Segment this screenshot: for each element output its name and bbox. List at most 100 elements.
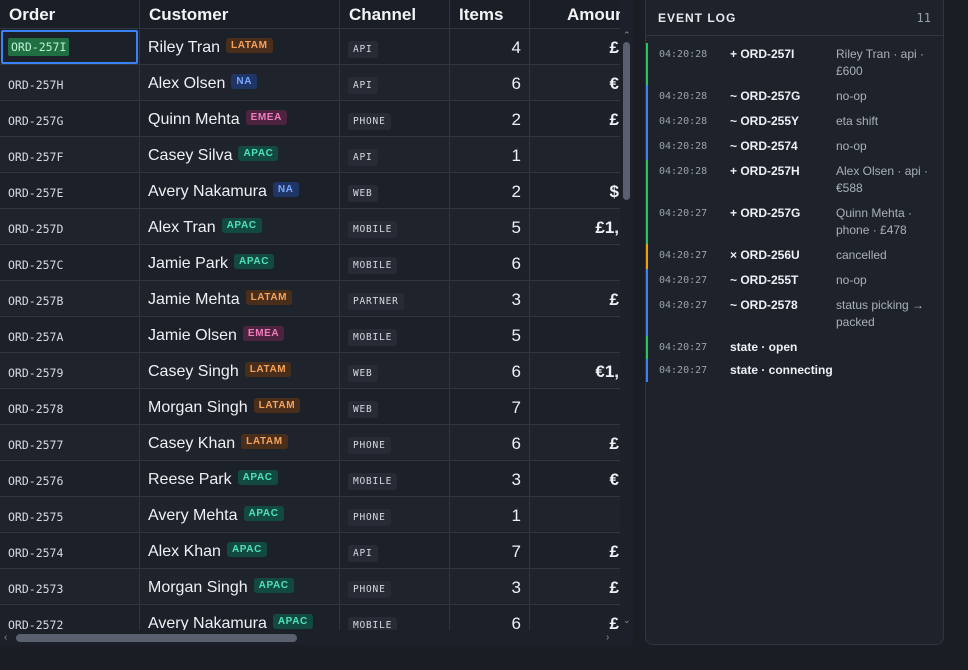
channel-cell[interactable]: MOBILE [340, 605, 450, 630]
channel-cell[interactable]: WEB [340, 389, 450, 424]
items-cell[interactable]: 3 [450, 281, 530, 316]
table-row[interactable]: ORD-2577 Casey Khan LATAM PHONE 6 £ [0, 424, 620, 460]
table-row[interactable]: ORD-2575 Avery Mehta APAC PHONE 1 [0, 496, 620, 532]
vertical-scroll-thumb[interactable] [623, 42, 630, 200]
items-cell[interactable]: 1 [450, 137, 530, 172]
column-header-order[interactable]: Order [0, 0, 140, 28]
order-cell[interactable]: ORD-257E [0, 173, 140, 208]
items-cell[interactable]: 6 [450, 245, 530, 280]
order-cell[interactable]: ORD-2574 [0, 533, 140, 568]
customer-cell[interactable]: Jamie Park APAC [140, 245, 340, 280]
column-header-amount[interactable]: Amoun [530, 0, 620, 28]
customer-cell[interactable]: Avery Nakamura APAC [140, 605, 340, 630]
amount-cell[interactable] [530, 389, 620, 424]
channel-cell[interactable]: PHONE [340, 425, 450, 460]
chevron-up-icon[interactable]: ⌃ [623, 31, 631, 40]
channel-cell[interactable]: MOBILE [340, 245, 450, 280]
channel-cell[interactable]: MOBILE [340, 461, 450, 496]
items-cell[interactable]: 1 [450, 497, 530, 532]
channel-cell[interactable]: MOBILE [340, 209, 450, 244]
customer-cell[interactable]: Avery Mehta APAC [140, 497, 340, 532]
table-row[interactable]: ORD-2579 Casey Singh LATAM WEB 6 €1, [0, 352, 620, 388]
customer-cell[interactable]: Jamie Mehta LATAM [140, 281, 340, 316]
table-row[interactable]: ORD-257I Riley Tran LATAM API 4 £ [0, 28, 620, 64]
chevron-left-icon[interactable]: ‹ [4, 632, 7, 643]
column-header-items[interactable]: Items [450, 0, 530, 28]
amount-cell[interactable] [530, 497, 620, 532]
amount-cell[interactable]: £ [530, 101, 620, 136]
channel-cell[interactable]: PARTNER [340, 281, 450, 316]
chevron-down-icon[interactable]: ⌄ [623, 616, 631, 625]
order-cell[interactable]: ORD-2576 [0, 461, 140, 496]
channel-cell[interactable]: API [340, 137, 450, 172]
amount-cell[interactable] [530, 245, 620, 280]
order-cell[interactable]: ORD-2577 [0, 425, 140, 460]
table-row[interactable]: ORD-2574 Alex Khan APAC API 7 £ [0, 532, 620, 568]
table-row[interactable]: ORD-2578 Morgan Singh LATAM WEB 7 [0, 388, 620, 424]
order-cell[interactable]: ORD-2573 [0, 569, 140, 604]
customer-cell[interactable]: Alex Olsen NA [140, 65, 340, 100]
customer-cell[interactable]: Quinn Mehta EMEA [140, 101, 340, 136]
items-cell[interactable]: 2 [450, 101, 530, 136]
vertical-scrollbar[interactable]: ⌃ ⌄ [620, 28, 633, 630]
table-row[interactable]: ORD-2576 Reese Park APAC MOBILE 3 € [0, 460, 620, 496]
order-cell[interactable]: ORD-257I [0, 29, 140, 64]
items-cell[interactable]: 6 [450, 65, 530, 100]
amount-cell[interactable]: $ [530, 173, 620, 208]
table-row[interactable]: ORD-257G Quinn Mehta EMEA PHONE 2 £ [0, 100, 620, 136]
items-cell[interactable]: 5 [450, 209, 530, 244]
customer-cell[interactable]: Jamie Olsen EMEA [140, 317, 340, 352]
amount-cell[interactable] [530, 317, 620, 352]
order-cell[interactable]: ORD-257C [0, 245, 140, 280]
amount-cell[interactable]: €1, [530, 353, 620, 388]
customer-cell[interactable]: Casey Silva APAC [140, 137, 340, 172]
amount-cell[interactable]: € [530, 461, 620, 496]
items-cell[interactable]: 7 [450, 533, 530, 568]
order-cell[interactable]: ORD-2572 [0, 605, 140, 630]
amount-cell[interactable]: £ [530, 569, 620, 604]
table-row[interactable]: ORD-257A Jamie Olsen EMEA MOBILE 5 [0, 316, 620, 352]
horizontal-scroll-thumb[interactable] [16, 634, 297, 642]
table-row[interactable]: ORD-257H Alex Olsen NA API 6 € [0, 64, 620, 100]
channel-cell[interactable]: PHONE [340, 101, 450, 136]
order-cell[interactable]: ORD-257G [0, 101, 140, 136]
channel-cell[interactable]: API [340, 29, 450, 64]
amount-cell[interactable] [530, 137, 620, 172]
channel-cell[interactable]: MOBILE [340, 317, 450, 352]
customer-cell[interactable]: Alex Khan APAC [140, 533, 340, 568]
table-row[interactable]: ORD-257C Jamie Park APAC MOBILE 6 [0, 244, 620, 280]
items-cell[interactable]: 6 [450, 425, 530, 460]
column-header-customer[interactable]: Customer [140, 0, 340, 28]
items-cell[interactable]: 5 [450, 317, 530, 352]
horizontal-scrollbar[interactable]: ‹ › [0, 630, 620, 645]
customer-cell[interactable]: Reese Park APAC [140, 461, 340, 496]
order-cell[interactable]: ORD-257A [0, 317, 140, 352]
items-cell[interactable]: 4 [450, 29, 530, 64]
amount-cell[interactable]: £ [530, 29, 620, 64]
amount-cell[interactable]: £1, [530, 209, 620, 244]
column-header-channel[interactable]: Channel [340, 0, 450, 28]
table-row[interactable]: ORD-257E Avery Nakamura NA WEB 2 $ [0, 172, 620, 208]
amount-cell[interactable]: £ [530, 605, 620, 631]
order-cell[interactable]: ORD-2578 [0, 389, 140, 424]
items-cell[interactable]: 3 [450, 569, 530, 604]
order-cell[interactable]: ORD-257H [0, 65, 140, 100]
amount-cell[interactable]: € [530, 65, 620, 100]
table-row[interactable]: ORD-2572 Avery Nakamura APAC MOBILE 6 £ [0, 604, 620, 630]
channel-cell[interactable]: PHONE [340, 497, 450, 532]
table-row[interactable]: ORD-2573 Morgan Singh APAC PHONE 3 £ [0, 568, 620, 604]
channel-cell[interactable]: API [340, 65, 450, 100]
customer-cell[interactable]: Riley Tran LATAM [140, 29, 340, 64]
chevron-right-icon[interactable]: › [606, 632, 609, 643]
channel-cell[interactable]: WEB [340, 353, 450, 388]
order-cell[interactable]: ORD-2575 [0, 497, 140, 532]
items-cell[interactable]: 6 [450, 605, 530, 630]
order-cell[interactable]: ORD-257D [0, 209, 140, 244]
items-cell[interactable]: 2 [450, 173, 530, 208]
channel-cell[interactable]: API [340, 533, 450, 568]
table-row[interactable]: ORD-257B Jamie Mehta LATAM PARTNER 3 £ [0, 280, 620, 316]
amount-cell[interactable]: £ [530, 533, 620, 568]
customer-cell[interactable]: Morgan Singh APAC [140, 569, 340, 604]
customer-cell[interactable]: Alex Tran APAC [140, 209, 340, 244]
items-cell[interactable]: 6 [450, 353, 530, 388]
